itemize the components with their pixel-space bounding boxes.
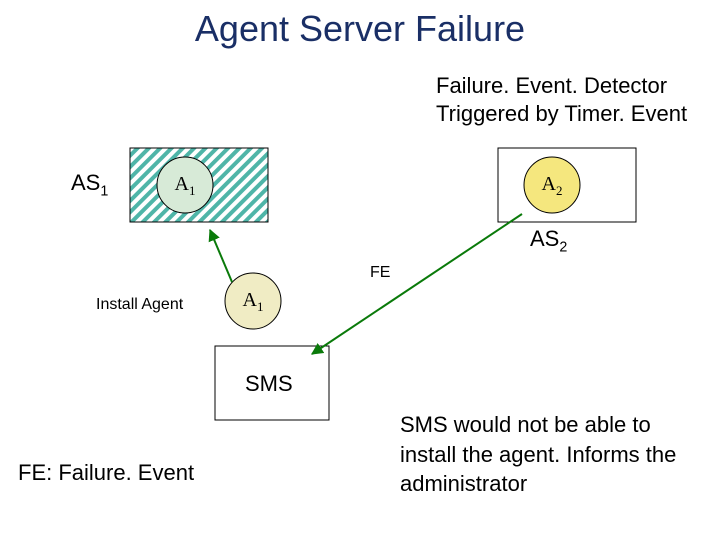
fe-arrow: [312, 214, 522, 354]
sms-note: SMS would not be able to install the age…: [400, 410, 710, 499]
as1-label: AS1: [71, 170, 108, 199]
install-agent-label: Install Agent: [96, 296, 183, 314]
as2-label: AS2: [530, 226, 567, 255]
fe-label: FE: [370, 264, 390, 282]
sms-label: SMS: [245, 371, 293, 397]
install-arrow: [210, 230, 232, 282]
fe-key-label: FE: Failure. Event: [18, 460, 194, 486]
